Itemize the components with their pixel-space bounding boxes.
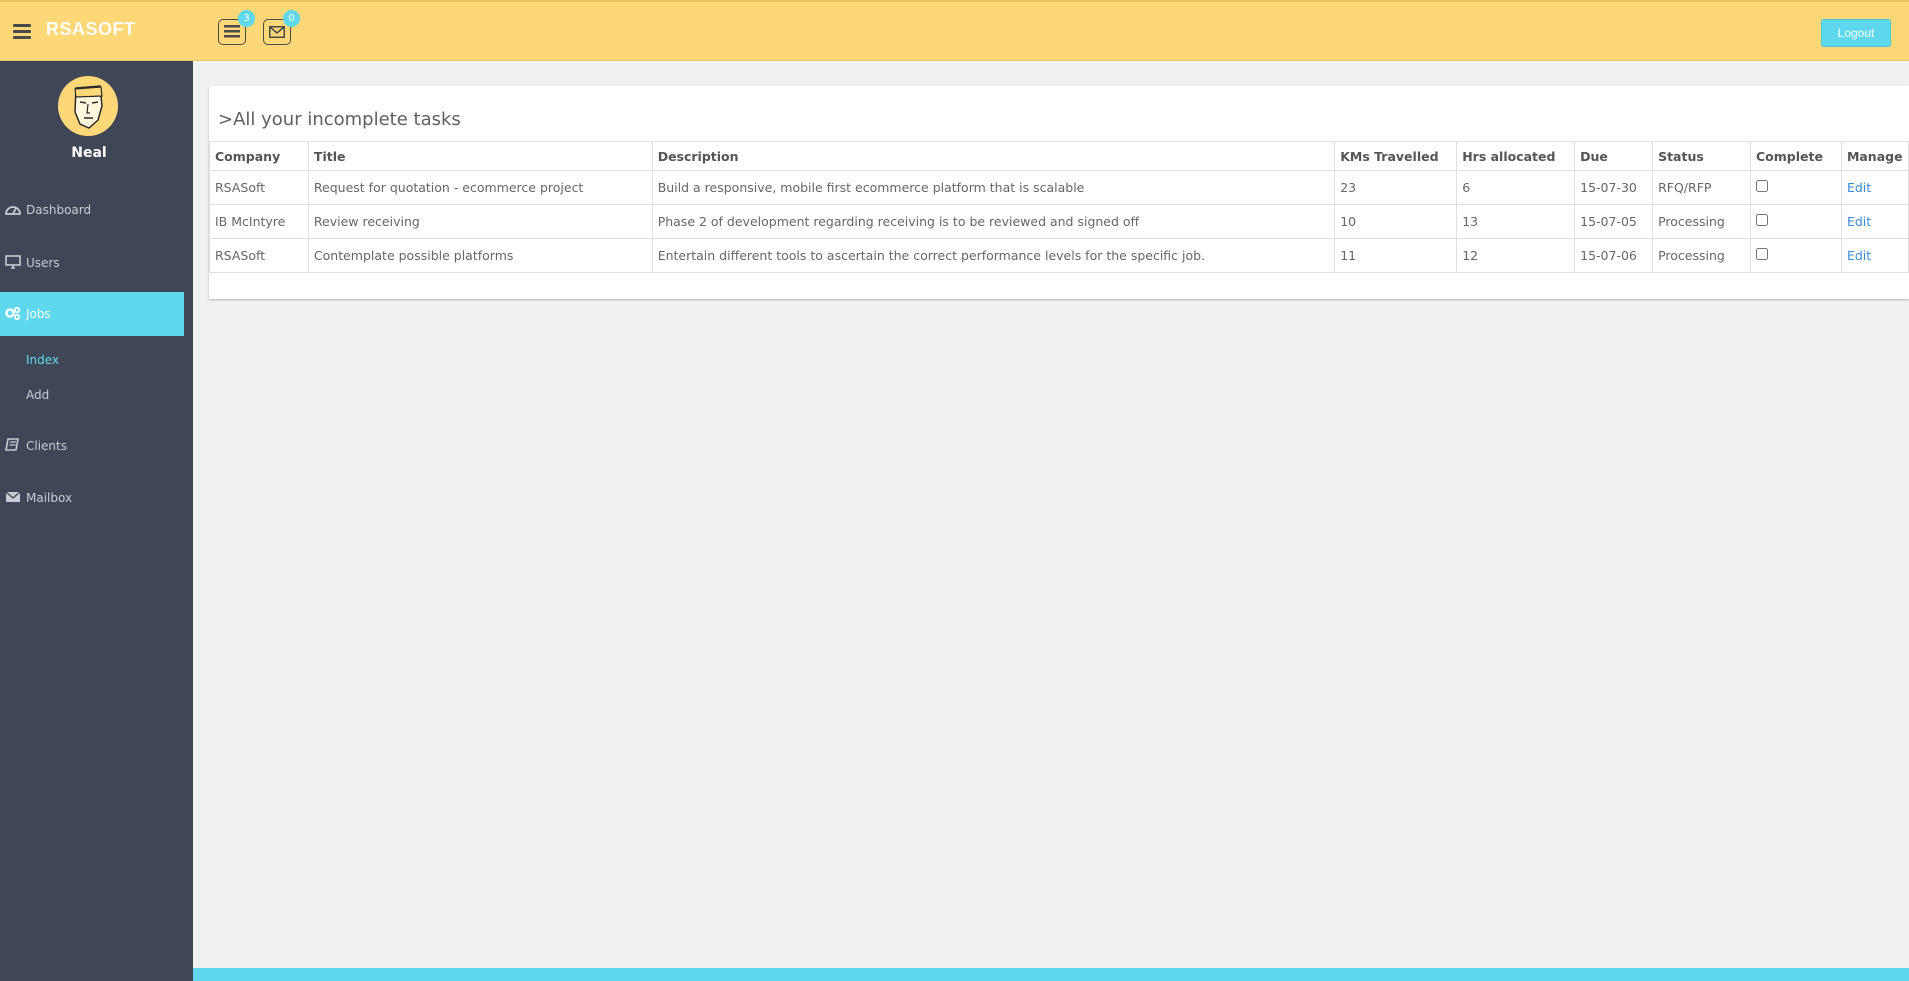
username: Neal (71, 145, 107, 161)
cell-due: 15-07-30 (1574, 170, 1654, 205)
complete-checkbox[interactable] (1756, 248, 1768, 260)
cell-status: Processing (1652, 238, 1751, 273)
sidebar-item-mailbox[interactable]: Mailbox (0, 476, 184, 520)
cell-status: RFQ/RFP (1652, 170, 1751, 205)
sidebar-item-dashboard[interactable]: Dashboard (0, 188, 184, 232)
book-icon (5, 438, 19, 451)
column-header: Title (307, 141, 653, 171)
cell-hrs: 12 (1456, 238, 1576, 273)
edit-link[interactable]: Edit (1840, 238, 1909, 273)
cell-title: Contemplate possible platforms (307, 238, 653, 273)
cell-description: Build a responsive, mobile first ecommer… (651, 170, 1336, 205)
sidebar-item-label: Users (26, 256, 60, 270)
cell-hrs: 13 (1456, 204, 1576, 239)
sidebar: Neal Dashboard Users Jobs Index Add Clie… (0, 61, 193, 981)
sidebar-subitem-add[interactable]: Add (26, 388, 49, 402)
sidebar-item-jobs[interactable]: Jobs (0, 292, 184, 336)
cell-description: Entertain different tools to ascertain t… (651, 238, 1336, 273)
table-row: RSASoft Contemplate possible platforms E… (209, 238, 1909, 273)
cell-status: Processing (1652, 204, 1751, 239)
menu-toggle-icon[interactable] (13, 24, 31, 40)
avatar-face-icon (74, 85, 103, 129)
column-header: Due (1574, 141, 1654, 171)
sidebar-item-label: Jobs (26, 307, 51, 321)
cell-hrs: 6 (1456, 170, 1576, 205)
column-header: Manage (1840, 141, 1909, 171)
envelope-icon (5, 491, 21, 502)
logout-button[interactable]: Logout (1821, 19, 1891, 47)
column-header: Status (1652, 141, 1751, 171)
cell-company: IB McIntyre (209, 204, 309, 239)
cell-company: RSASoft (209, 238, 309, 273)
brand-logo-text[interactable]: RSASOFT (46, 19, 136, 40)
tasks-button[interactable]: 3 (218, 10, 255, 45)
sidebar-item-clients[interactable]: Clients (0, 424, 184, 468)
gears-icon (5, 306, 21, 320)
cell-company: RSASoft (209, 170, 309, 205)
envelope-icon (269, 26, 285, 38)
dashboard-icon (5, 206, 21, 215)
column-header: Description (651, 141, 1336, 171)
mail-count-badge: 0 (283, 10, 300, 27)
desktop-icon (5, 255, 21, 269)
cell-kms: 23 (1334, 170, 1458, 205)
cell-kms: 10 (1334, 204, 1458, 239)
incomplete-tasks-panel: >All your incomplete tasks Company Title… (209, 86, 1909, 299)
column-header: KMs Travelled (1334, 141, 1458, 171)
cell-complete (1750, 170, 1842, 205)
column-header: Hrs allocated (1456, 141, 1576, 171)
top-header: RSASOFT 3 0 Logout (0, 0, 1909, 61)
sidebar-item-label: Mailbox (26, 491, 73, 505)
cell-description: Phase 2 of development regarding receivi… (651, 204, 1336, 239)
footer-bar (193, 968, 1909, 981)
user-avatar[interactable] (58, 76, 118, 136)
cell-title: Request for quotation - ecommerce projec… (307, 170, 653, 205)
sidebar-item-label: Dashboard (26, 203, 92, 217)
cell-complete (1750, 204, 1842, 239)
table-header-row: Company Title Description KMs Travelled … (209, 141, 1909, 171)
table-row: RSASoft Request for quotation - ecommerc… (209, 170, 1909, 205)
column-header: Complete (1750, 141, 1842, 171)
mail-button[interactable]: 0 (263, 10, 300, 45)
cell-complete (1750, 238, 1842, 273)
complete-checkbox[interactable] (1756, 180, 1768, 192)
edit-link[interactable]: Edit (1840, 170, 1909, 205)
sidebar-item-users[interactable]: Users (0, 241, 184, 285)
sidebar-subitem-index[interactable]: Index (26, 353, 59, 367)
column-header: Company (209, 141, 309, 171)
tasks-table: Company Title Description KMs Travelled … (209, 141, 1909, 273)
cell-kms: 11 (1334, 238, 1458, 273)
edit-link[interactable]: Edit (1840, 204, 1909, 239)
tasks-list-icon (224, 25, 240, 38)
sidebar-item-label: Clients (26, 439, 67, 453)
cell-due: 15-07-06 (1574, 238, 1654, 273)
complete-checkbox[interactable] (1756, 214, 1768, 226)
table-row: IB McIntyre Review receiving Phase 2 of … (209, 204, 1909, 239)
cell-due: 15-07-05 (1574, 204, 1654, 239)
panel-title: >All your incomplete tasks (218, 109, 461, 130)
tasks-count-badge: 3 (238, 10, 255, 27)
cell-title: Review receiving (307, 204, 653, 239)
